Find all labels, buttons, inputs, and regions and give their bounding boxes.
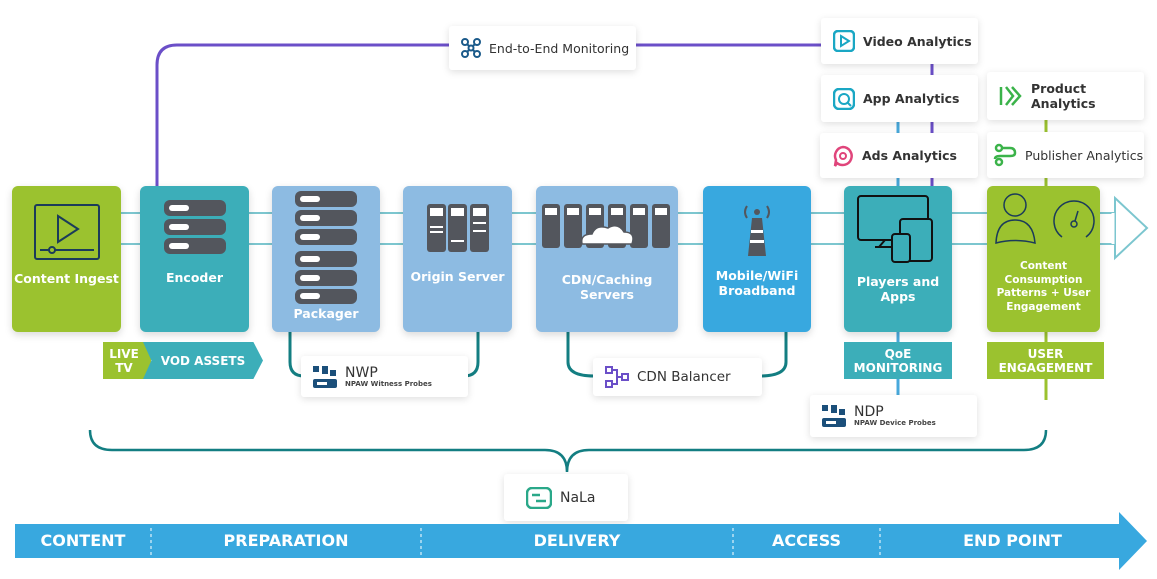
app-analytics-icon — [833, 87, 855, 110]
card-label: Product Analytics — [1031, 81, 1096, 111]
packager-node: Packager — [272, 186, 380, 332]
network-nodes-icon — [461, 38, 481, 58]
node-label: CDN/Caching Servers — [561, 272, 653, 302]
card-label: Publisher Analytics — [1025, 147, 1144, 163]
qoe-monitoring-tag: QoE MONITORING — [844, 342, 952, 379]
card-label: App Analytics — [863, 91, 960, 106]
ndp-title: NDP — [854, 404, 884, 420]
card-label: NaLa — [560, 489, 596, 506]
ads-analytics-icon — [833, 145, 853, 167]
balancer-icon — [605, 366, 629, 388]
broadcast-tower-icon — [744, 205, 770, 256]
server-rack-icon — [427, 204, 489, 252]
ndp-card[interactable]: NDP NPAW Device Probes — [810, 395, 977, 437]
video-analytics-card[interactable]: Video Analytics — [821, 18, 978, 64]
node-label: Players and Apps — [856, 274, 940, 304]
nwp-card[interactable]: NWP NPAW Witness Probes — [301, 356, 468, 397]
card-label: End-to-End Monitoring — [489, 40, 630, 56]
ads-analytics-card[interactable]: Ads Analytics — [820, 133, 978, 178]
product-analytics-icon — [999, 86, 1022, 106]
stage-content: CONTENT — [40, 531, 126, 550]
players-and-apps-node: Players and Apps — [844, 186, 952, 332]
mobile-wifi-broadband-node: Mobile/WiFi Broadband — [703, 186, 811, 332]
cloud-servers-icon — [542, 204, 670, 248]
node-label: Origin Server — [410, 269, 505, 284]
node-label: Content Consumption Patterns + User Enga… — [996, 260, 1091, 313]
ndp-text: NDP NPAW Device Probes — [854, 405, 936, 427]
node-label: Content Ingest — [14, 271, 119, 286]
ndp-subtitle: NPAW Device Probes — [854, 419, 936, 427]
nala-icon — [526, 486, 552, 509]
node-label: Mobile/WiFi Broadband — [715, 268, 799, 298]
publisher-analytics-icon — [993, 143, 1017, 167]
nwp-title: NWP — [345, 364, 378, 381]
user-engagement-tag: USER ENGAGEMENT — [987, 342, 1104, 379]
stage-preparation: PREPARATION — [223, 531, 349, 550]
encoder-node: Encoder — [140, 186, 249, 332]
stage-access: ACCESS — [771, 531, 842, 550]
card-label: Ads Analytics — [862, 148, 957, 163]
stage-end-point: END POINT — [963, 531, 1062, 550]
content-consumption-node: Content Consumption Patterns + User Enga… — [987, 186, 1100, 332]
probe-icon — [313, 365, 337, 388]
end-to-end-monitoring-card[interactable]: End-to-End Monitoring — [449, 26, 636, 70]
vod-assets-tag: VOD ASSETS — [143, 342, 263, 379]
probe-icon — [822, 405, 846, 427]
stage-delivery: DELIVERY — [533, 531, 621, 550]
cdn-balancer-card[interactable]: CDN Balancer — [593, 358, 762, 396]
publisher-analytics-card[interactable]: Publisher Analytics — [987, 132, 1144, 178]
node-label: Packager — [293, 306, 359, 321]
live-tv-tag: LIVE TV — [103, 342, 151, 379]
server-stack-icon — [295, 191, 357, 304]
product-analytics-card[interactable]: Product Analytics — [987, 72, 1144, 120]
app-analytics-card[interactable]: App Analytics — [821, 75, 978, 122]
origin-server-node: Origin Server — [403, 186, 512, 332]
nwp-text: NWP NPAW Witness Probes — [345, 366, 432, 388]
video-analytics-icon — [833, 30, 855, 52]
card-label: CDN Balancer — [637, 369, 731, 385]
nwp-subtitle: NPAW Witness Probes — [345, 379, 432, 388]
node-label: Encoder — [165, 270, 224, 285]
content-ingest-node: Content Ingest — [12, 186, 121, 332]
video-player-icon — [34, 204, 100, 260]
card-label: Video Analytics — [863, 33, 972, 49]
cdn-caching-servers-node: CDN/Caching Servers — [536, 186, 678, 332]
server-stack-icon — [164, 200, 226, 254]
user-gauge-icon — [995, 193, 1095, 244]
devices-icon — [857, 195, 933, 263]
